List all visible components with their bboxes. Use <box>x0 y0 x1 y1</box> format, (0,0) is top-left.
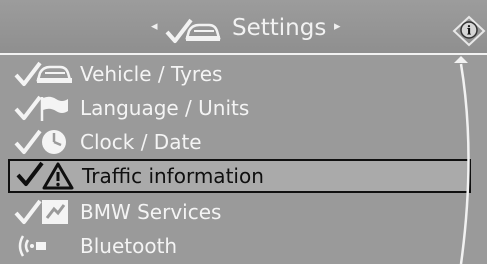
settings-screen: ◂ Settings ▸ i Vehicle / Tyres Language … <box>0 0 487 264</box>
menu-item-label: BMW Services <box>80 200 222 224</box>
next-arrow-icon[interactable]: ▸ <box>334 20 341 33</box>
menu-item-vehicle-tyres[interactable]: Vehicle / Tyres <box>8 57 471 91</box>
menu-item-label: Clock / Date <box>80 130 202 154</box>
page-title: Settings <box>232 15 327 41</box>
car-icon <box>14 61 72 86</box>
scrollbar[interactable] <box>440 55 487 264</box>
warning-triangle-icon <box>16 161 74 190</box>
menu-item-clock-date[interactable]: Clock / Date <box>8 125 471 159</box>
header-bar: ◂ Settings ▸ i <box>0 0 487 55</box>
settings-menu: Vehicle / Tyres Language / Units Clock /… <box>0 55 487 264</box>
menu-item-label: Bluetooth <box>80 234 178 258</box>
svg-text:i: i <box>467 24 472 38</box>
settings-check-car-icon <box>165 18 221 43</box>
clock-icon <box>14 129 66 154</box>
menu-item-bmw-services[interactable]: BMW Services <box>8 195 471 229</box>
bmw-services-icon <box>14 199 68 224</box>
menu-item-bluetooth[interactable]: Bluetooth <box>8 229 471 263</box>
previous-arrow-icon[interactable]: ◂ <box>151 20 158 33</box>
info-icon[interactable]: i <box>451 14 487 48</box>
menu-item-label: Traffic information <box>82 164 264 188</box>
menu-item-language-units[interactable]: Language / Units <box>8 91 471 125</box>
bluetooth-icon <box>18 235 46 257</box>
menu-item-traffic-information[interactable]: Traffic information <box>8 159 471 193</box>
menu-item-label: Vehicle / Tyres <box>80 62 223 86</box>
menu-item-label: Language / Units <box>80 96 250 120</box>
flag-icon <box>14 95 68 121</box>
